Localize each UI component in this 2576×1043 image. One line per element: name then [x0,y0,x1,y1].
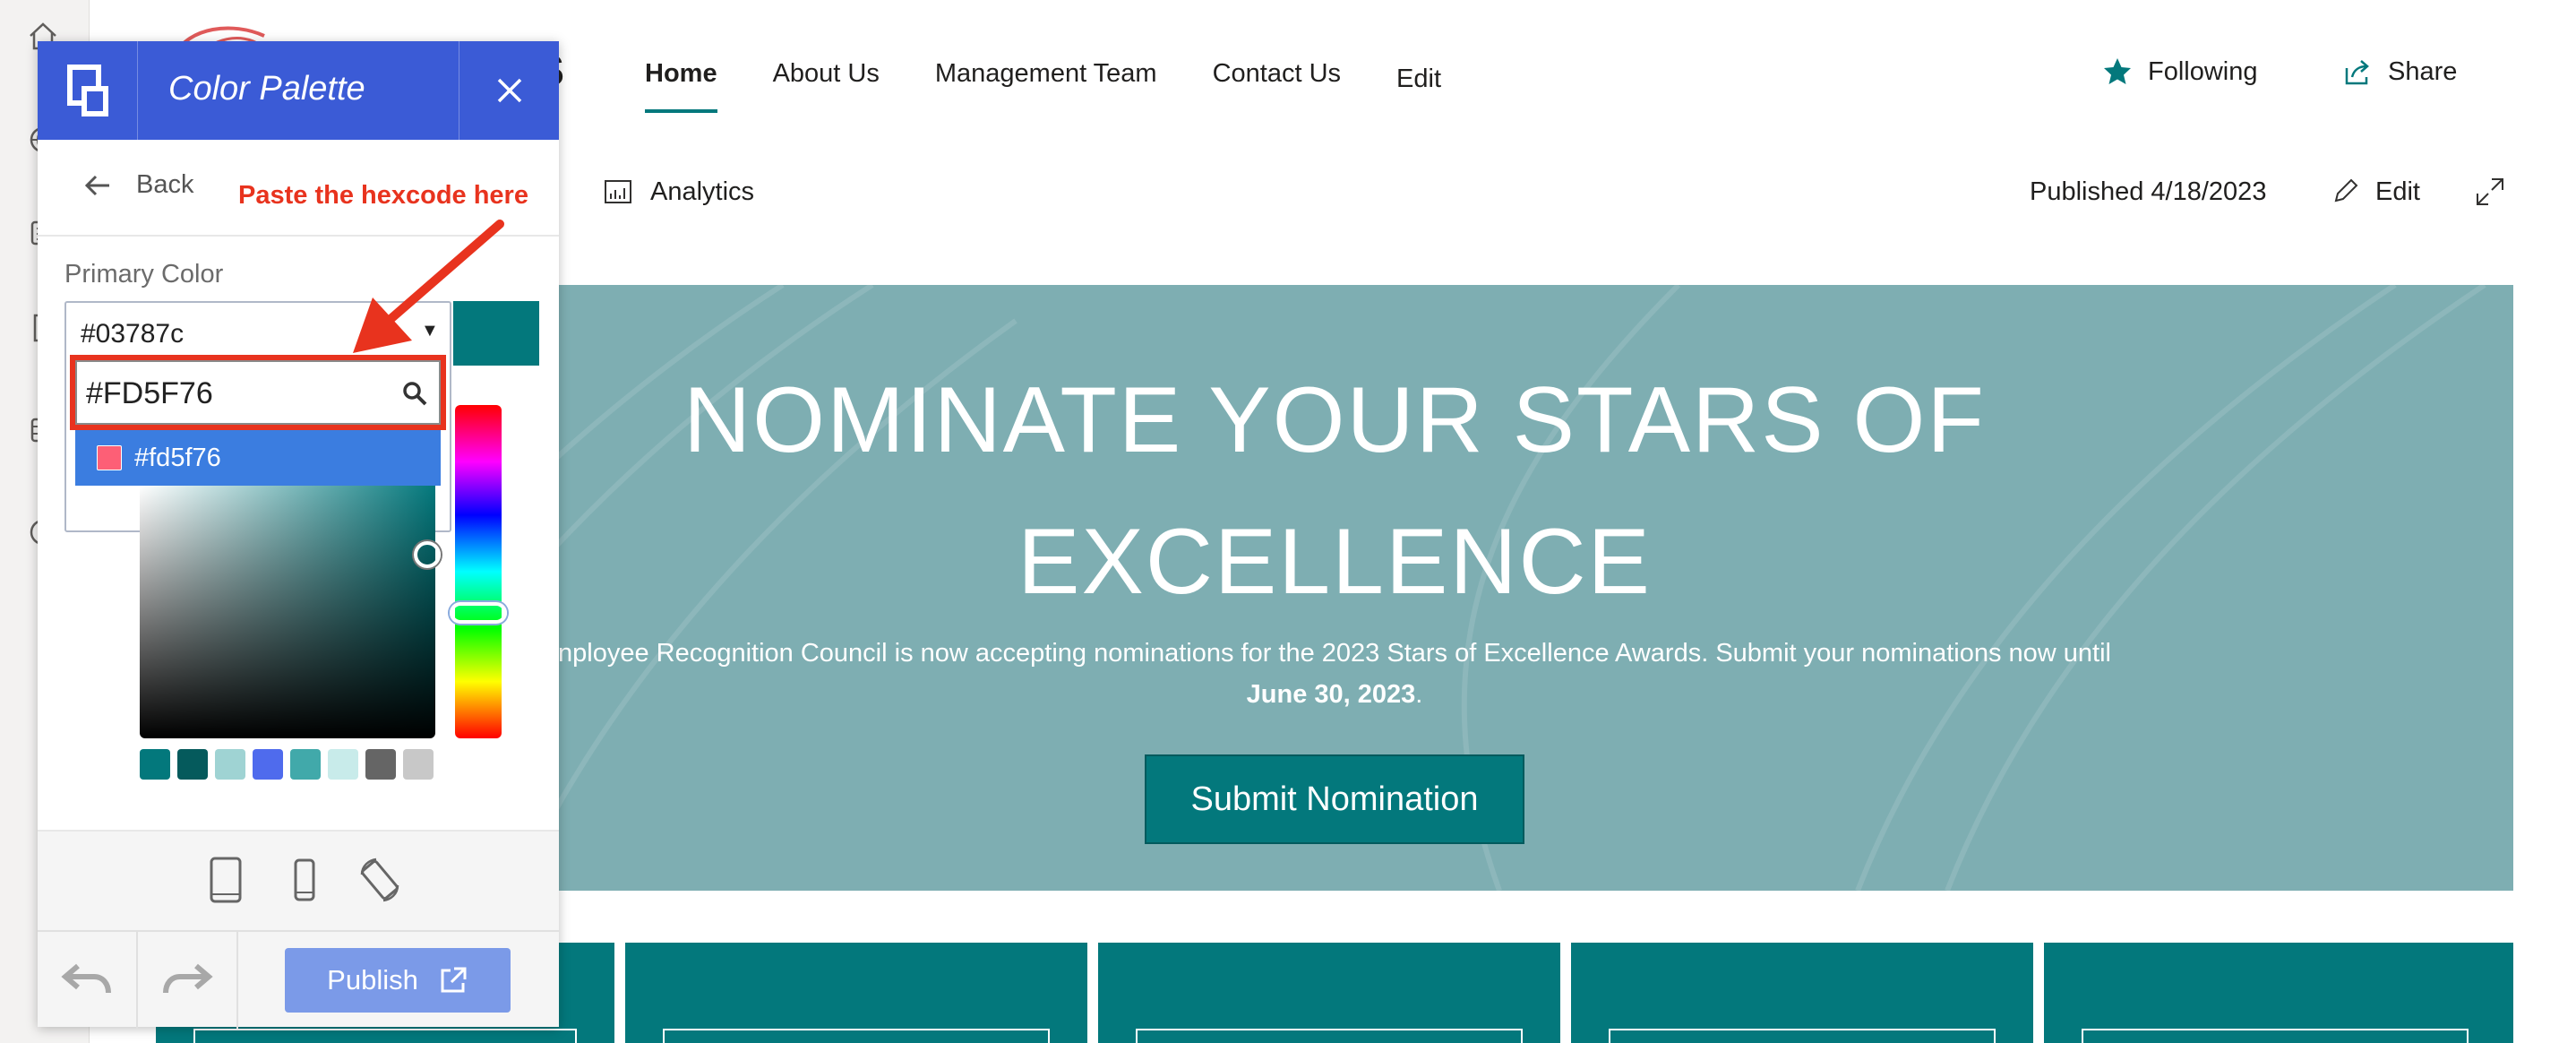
redo-button[interactable] [138,932,238,1029]
primary-color-value: #03787c [81,319,185,349]
nav-edit[interactable]: Edit [1396,65,1441,113]
saturation-value-handle[interactable] [414,541,441,568]
preset-swatch[interactable] [403,749,434,780]
brand-logo-icon [66,65,108,116]
analytics-icon [605,180,631,203]
hue-slider[interactable] [455,405,502,738]
undo-button[interactable] [38,932,138,1029]
external-link-icon [441,967,467,993]
tile-border [663,1029,1050,1043]
preset-swatch[interactable] [290,749,321,780]
share-label: Share [2388,56,2458,86]
edit-page-button[interactable]: Edit [2329,176,2420,208]
undo-icon [61,963,111,994]
nav-management-team[interactable]: Management Team [935,59,1157,113]
color-option-fd5f76[interactable]: #fd5f76 [75,430,441,486]
expand-icon [2477,178,2503,205]
arrow-left-icon [84,175,109,195]
nav-contact-us[interactable]: Contact Us [1213,59,1341,113]
following-button[interactable]: Following [2101,56,2258,88]
quick-link-tile[interactable] [1571,943,2033,1043]
nav-about-us[interactable]: About Us [773,59,880,113]
option-color-swatch [97,445,122,470]
quick-link-tile[interactable] [1098,943,1560,1043]
preset-swatch[interactable] [177,749,208,780]
tile-border [2082,1029,2469,1043]
panel-header: Color Palette [38,41,559,140]
annotation-arrow [353,220,504,353]
nav-home[interactable]: Home [645,59,717,113]
search-highlight-annotation [70,355,446,430]
saturation-value-picker[interactable] [140,486,435,738]
rotate-device-icon[interactable] [355,855,405,905]
share-button[interactable]: Share [2341,56,2457,88]
preset-swatch[interactable] [328,749,358,780]
device-preview-bar [38,832,559,930]
published-status: Published 4/18/2023 [2030,177,2267,206]
tablet-icon[interactable] [201,855,251,905]
site-nav: Home About Us Management Team Contact Us… [645,59,1497,113]
option-label: #fd5f76 [134,443,221,472]
submit-nomination-button[interactable]: Submit Nomination [1145,754,1524,844]
hero-deadline-suffix: . [1415,680,1423,709]
edit-page-label: Edit [2375,177,2420,206]
star-icon [2104,58,2131,84]
preset-swatches [140,749,434,780]
back-label: Back [136,170,194,199]
hero-description-text: nployee Recognition Council is now accep… [558,639,2111,668]
publish-label: Publish [327,964,418,996]
quick-link-tile[interactable] [625,943,1087,1043]
close-button[interactable] [459,41,559,140]
analytics-label: Analytics [650,177,755,206]
quick-link-tile[interactable] [2044,943,2513,1043]
analytics-button[interactable]: Analytics [602,176,754,208]
tile-border [193,1029,577,1043]
preset-swatch[interactable] [253,749,283,780]
back-button[interactable]: Back [84,170,193,200]
publish-button[interactable]: Publish [285,948,511,1013]
close-icon [497,78,521,103]
expand-button[interactable] [2474,176,2506,212]
panel-footer: Publish [38,930,559,1029]
hero-deadline: June 30, 2023 [1246,680,1416,709]
preset-swatch[interactable] [365,749,396,780]
panel-logo [38,41,138,140]
preset-swatch[interactable] [140,749,170,780]
preset-swatch[interactable] [215,749,245,780]
pencil-icon [2334,178,2358,203]
panel-title: Color Palette [168,70,365,108]
share-icon [2345,60,2369,85]
following-label: Following [2148,56,2258,86]
redo-icon [163,963,213,994]
primary-color-label: Primary Color [64,260,224,289]
tile-border [1609,1029,1996,1043]
phone-icon[interactable] [279,855,330,905]
hue-slider-handle[interactable] [450,602,507,624]
tile-border [1136,1029,1523,1043]
